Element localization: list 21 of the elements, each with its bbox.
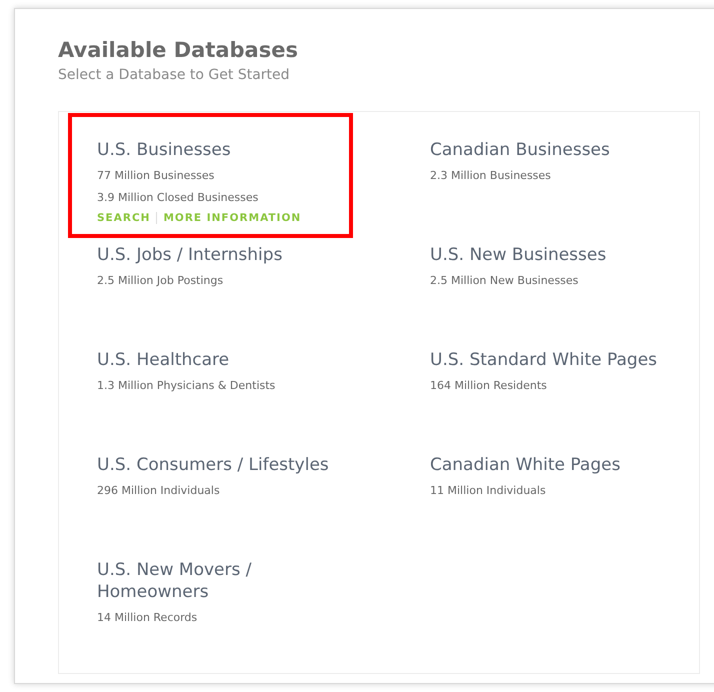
database-count: 11 Million Individuals bbox=[430, 483, 547, 499]
database-count: 2.5 Million New Businesses bbox=[430, 273, 580, 289]
page-title: Available Databases bbox=[58, 37, 299, 63]
database-title[interactable]: U.S. Consumers / Lifestyles bbox=[97, 454, 332, 476]
database-title[interactable]: Canadian Businesses bbox=[430, 139, 661, 161]
database-count: 3.9 Million Closed Businesses bbox=[97, 190, 260, 206]
database-count: 2.3 Million Businesses bbox=[430, 168, 552, 184]
database-title[interactable]: U.S. Businesses bbox=[97, 139, 324, 161]
database-title[interactable]: U.S. Healthcare bbox=[97, 349, 332, 371]
page-subtitle: Select a Database to Get Started bbox=[58, 66, 291, 85]
database-count: 164 Million Residents bbox=[430, 378, 548, 394]
database-count: 77 Million Businesses bbox=[97, 168, 216, 184]
database-title[interactable]: U.S. New Movers / Homeowners bbox=[97, 559, 332, 603]
database-title[interactable]: U.S. Jobs / Internships bbox=[97, 244, 332, 266]
database-title[interactable]: U.S. Standard White Pages bbox=[430, 349, 661, 371]
database-title[interactable]: Canadian White Pages bbox=[430, 454, 661, 476]
database-count: 296 Million Individuals bbox=[97, 483, 221, 499]
database-title[interactable]: U.S. New Businesses bbox=[430, 244, 661, 266]
database-count: 1.3 Million Physicians & Dentists bbox=[97, 378, 276, 394]
database-count: 2.5 Million Job Postings bbox=[97, 273, 224, 289]
database-count: 14 Million Records bbox=[97, 610, 198, 626]
